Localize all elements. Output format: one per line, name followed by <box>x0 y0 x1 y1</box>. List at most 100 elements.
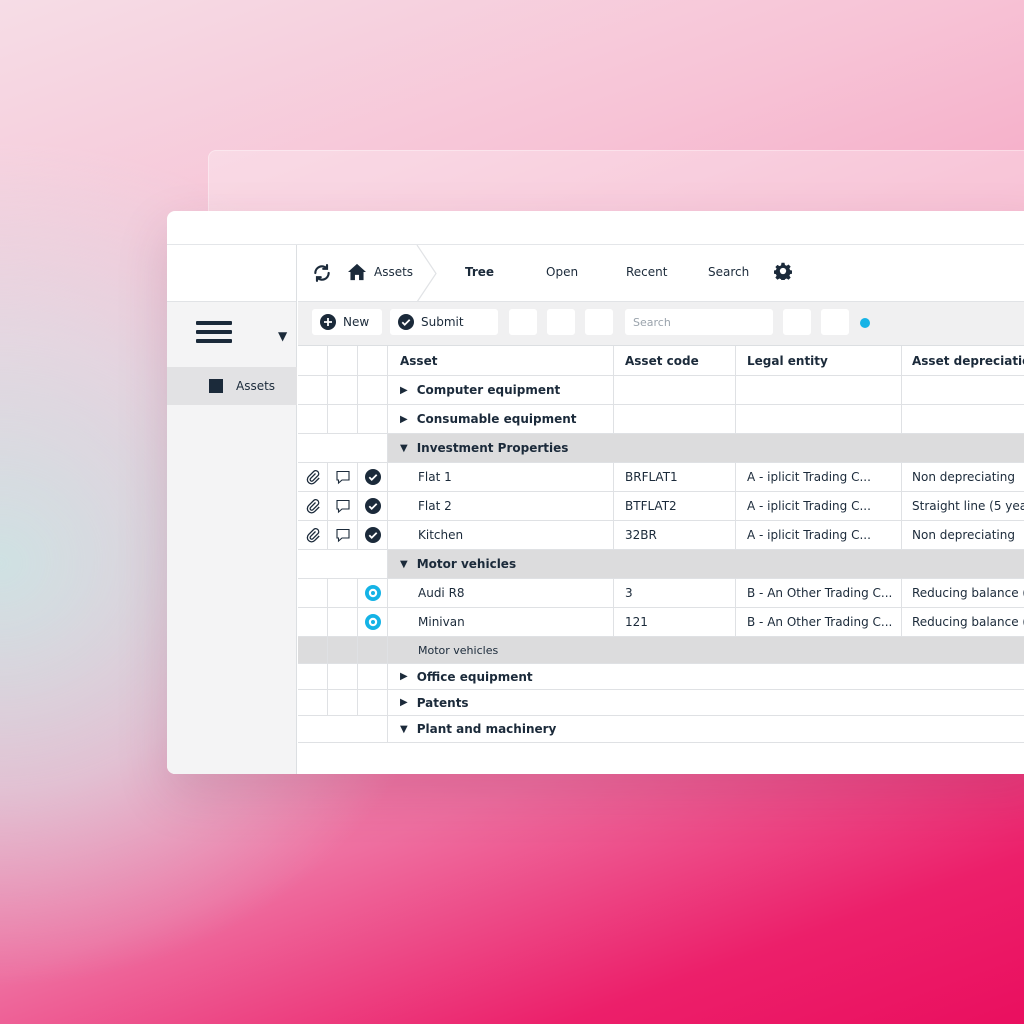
check-circle-icon[interactable] <box>358 463 388 491</box>
group-row[interactable]: ▶ Office equipment <box>298 664 1024 690</box>
group-label: Motor vehicles <box>416 557 517 571</box>
refresh-icon[interactable] <box>312 263 332 283</box>
asset-name: Kitchen <box>388 521 614 549</box>
row-gutter <box>328 405 358 433</box>
row-gutter <box>358 376 388 404</box>
table-row[interactable]: Flat 2 BTFLAT2 A - iplicit Trading C... … <box>298 492 1024 521</box>
attachment-icon[interactable] <box>298 521 328 549</box>
hamburger-menu-icon[interactable] <box>196 321 232 345</box>
asset-name: Flat 2 <box>388 492 614 520</box>
depreciation-method: Reducing balance (4 Y <box>912 586 1024 600</box>
legal-entity: B - An Other Trading C... <box>736 579 902 607</box>
depreciation-method: Reducing balance (4 Y <box>912 615 1024 629</box>
column-header-legal-entity[interactable]: Legal entity <box>736 346 902 375</box>
toolbar-button-1[interactable] <box>509 309 537 335</box>
asset-code: BRFLAT1 <box>614 463 736 491</box>
sidebar-item-assets[interactable]: Assets <box>167 367 297 405</box>
table-row[interactable]: Minivan 121 B - An Other Trading C... Re… <box>298 608 1024 637</box>
group-label: Consumable equipment <box>416 412 577 426</box>
row-gutter <box>328 637 358 663</box>
empty-cell <box>736 405 902 433</box>
row-gutter <box>358 664 388 689</box>
row-gutter <box>298 637 328 663</box>
group-row-expanded[interactable]: ▼ Plant and machinery <box>298 716 1024 743</box>
expand-triangle-icon[interactable]: ▶ <box>400 697 408 708</box>
attachment-icon[interactable] <box>298 492 328 520</box>
asset-name: Flat 1 <box>388 463 614 491</box>
comment-icon[interactable] <box>328 521 358 549</box>
top-navbar: Assets Tree Open Recent Search <box>298 245 1024 302</box>
column-header-asset-code[interactable]: Asset code <box>614 346 736 375</box>
group-label-cell[interactable]: ▼ Plant and machinery <box>388 716 614 742</box>
row-gutter <box>328 608 358 636</box>
tab-recent[interactable]: Recent <box>626 265 667 279</box>
column-header-depreciation[interactable]: Asset depreciation m <box>902 346 1024 375</box>
tab-open[interactable]: Open <box>546 265 578 279</box>
toolbar-button-5[interactable] <box>821 309 849 335</box>
expand-triangle-icon[interactable]: ▶ <box>400 671 408 682</box>
empty-cell <box>736 376 902 404</box>
legal-entity: B - An Other Trading C... <box>736 608 902 636</box>
search-input[interactable] <box>625 309 773 335</box>
collapse-triangle-icon[interactable]: ▼ <box>400 724 408 735</box>
comment-icon[interactable] <box>328 492 358 520</box>
row-gutter <box>298 434 388 462</box>
asset-grid: Asset Asset code Legal entity Asset depr… <box>298 346 1024 743</box>
group-row[interactable]: ▶ Patents <box>298 690 1024 716</box>
toolbar-button-3[interactable] <box>585 309 613 335</box>
table-row[interactable]: Flat 1 BRFLAT1 A - iplicit Trading C... … <box>298 463 1024 492</box>
row-gutter <box>298 376 328 404</box>
pending-status-icon[interactable] <box>358 608 388 636</box>
group-label-cell[interactable]: ▼ Motor vehicles <box>388 550 614 578</box>
gear-icon[interactable] <box>774 262 792 280</box>
group-row[interactable]: ▶ Consumable equipment <box>298 405 1024 434</box>
group-label-cell[interactable]: ▼ Investment Properties <box>388 434 614 462</box>
row-gutter <box>298 608 328 636</box>
asset-code: 121 <box>614 608 736 636</box>
breadcrumb-separator-icon <box>416 245 437 302</box>
group-label-cell[interactable]: ▶ Computer equipment <box>388 376 614 404</box>
expand-triangle-icon[interactable]: ▶ <box>400 385 408 396</box>
group-row-expanded[interactable]: ▼ Motor vehicles <box>298 550 1024 579</box>
check-circle-icon[interactable] <box>358 492 388 520</box>
expand-triangle-icon[interactable]: ▶ <box>400 414 408 425</box>
group-row[interactable]: ▶ Computer equipment <box>298 376 1024 405</box>
submit-button-label: Submit <box>421 315 464 329</box>
row-gutter <box>298 664 328 689</box>
attachment-icon[interactable] <box>298 463 328 491</box>
check-circle-icon[interactable] <box>358 521 388 549</box>
table-row[interactable]: Audi R8 3 B - An Other Trading C... Redu… <box>298 579 1024 608</box>
window-title-bar <box>167 211 1024 245</box>
group-row-expanded[interactable]: ▼ Investment Properties <box>298 434 1024 463</box>
home-icon[interactable] <box>347 263 367 281</box>
row-gutter <box>328 690 358 715</box>
pending-status-icon[interactable] <box>358 579 388 607</box>
sidebar-header <box>167 245 296 302</box>
collapse-triangle-icon[interactable]: ▼ <box>400 443 408 454</box>
group-label-cell[interactable]: ▶ Consumable equipment <box>388 405 614 433</box>
group-label-cell[interactable]: ▶ Patents <box>388 690 614 715</box>
asset-name: Audi R8 <box>388 579 614 607</box>
tab-search[interactable]: Search <box>708 265 749 279</box>
tab-tree[interactable]: Tree <box>465 265 494 279</box>
row-gutter <box>358 405 388 433</box>
sidebar-menu-row: ▼ <box>167 302 296 367</box>
toolbar-button-2[interactable] <box>547 309 575 335</box>
asset-code: 32BR <box>614 521 736 549</box>
column-header-asset[interactable]: Asset <box>388 346 614 375</box>
caret-down-icon[interactable]: ▼ <box>278 329 287 343</box>
submit-button[interactable]: Submit <box>390 309 498 335</box>
breadcrumb-assets[interactable]: Assets <box>374 265 413 279</box>
table-row[interactable]: Kitchen 32BR A - iplicit Trading C... No… <box>298 521 1024 550</box>
new-button[interactable]: New <box>312 309 382 335</box>
comment-icon[interactable] <box>328 463 358 491</box>
group-label-cell[interactable]: ▶ Office equipment <box>388 664 614 689</box>
toolbar-button-4[interactable] <box>783 309 811 335</box>
collapse-triangle-icon[interactable]: ▼ <box>400 559 408 570</box>
row-gutter <box>298 690 328 715</box>
row-gutter <box>328 376 358 404</box>
row-gutter <box>358 690 388 715</box>
row-gutter <box>298 550 388 578</box>
grid-header-row: Asset Asset code Legal entity Asset depr… <box>298 346 1024 376</box>
row-gutter <box>328 664 358 689</box>
